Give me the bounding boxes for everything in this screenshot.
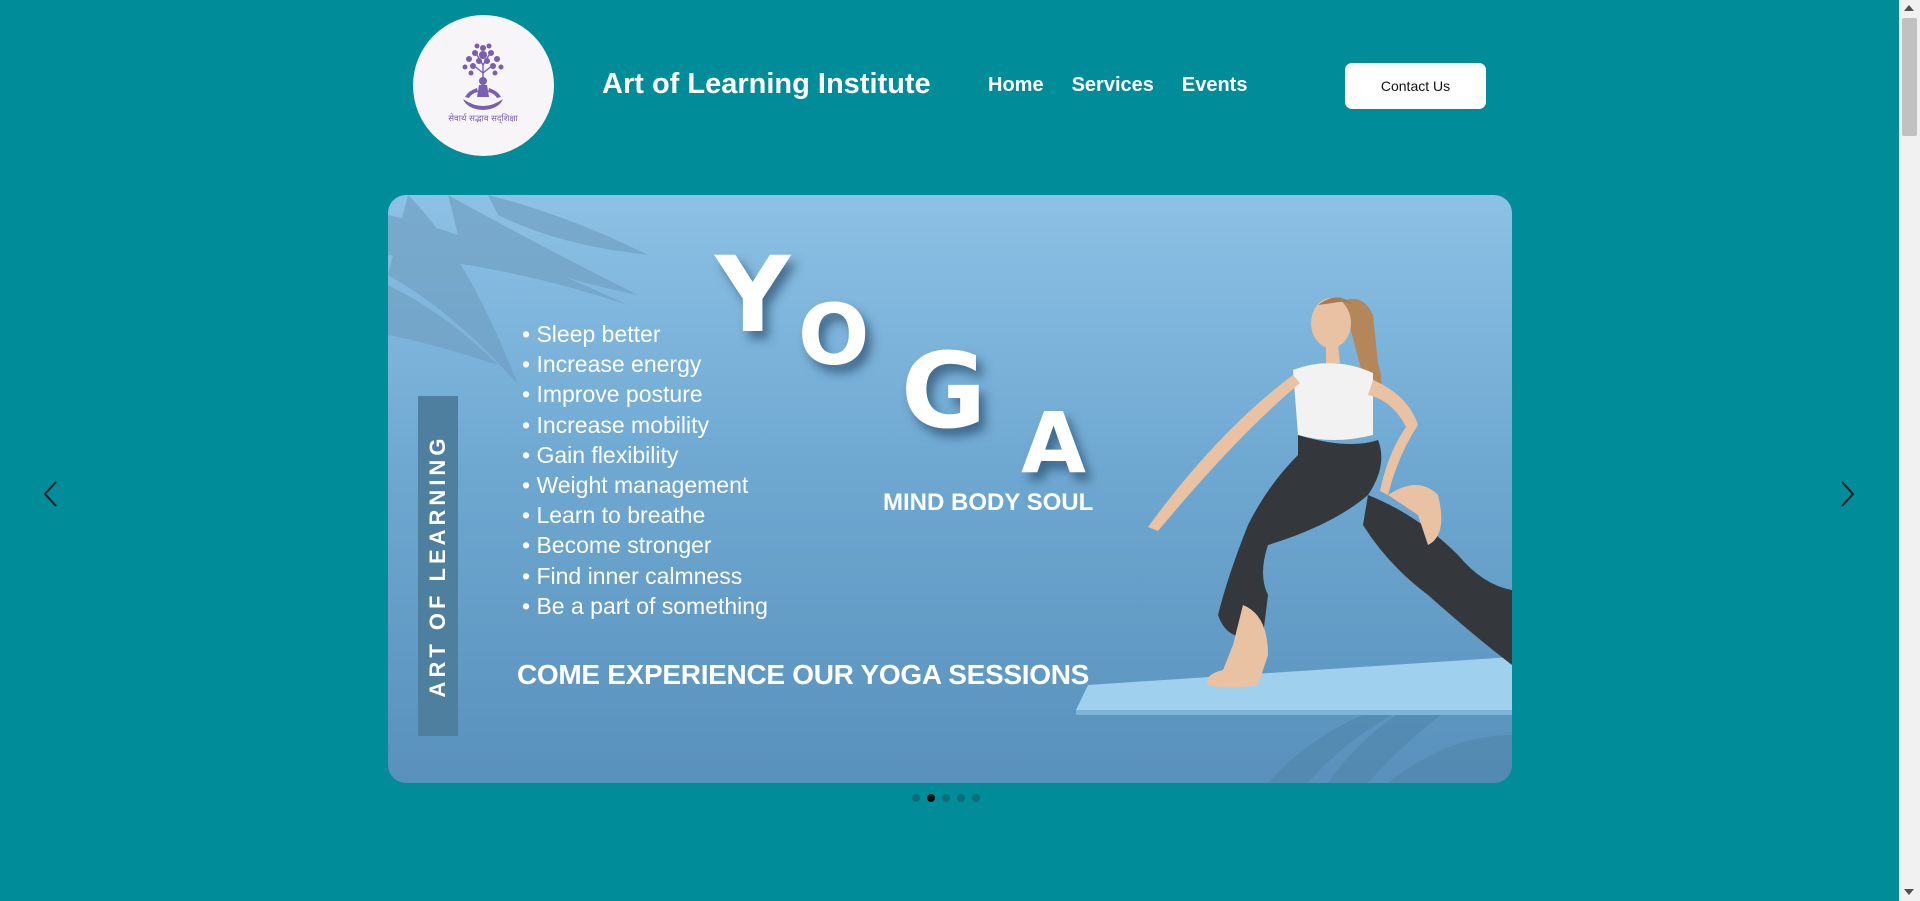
chevron-left-icon[interactable] [38,478,64,510]
scroll-up-icon[interactable] [1904,5,1914,11]
page: सेवार्थ सद्भाव सद्शिक्षा Art of Learning… [0,0,1899,901]
vertical-scrollbar[interactable] [1899,0,1920,901]
slide-cta-text: COME EXPERIENCE OUR YOGA SESSIONS [517,659,1090,690]
list-item: Find inner calmness [522,561,768,591]
main-nav: Home Services Events [988,74,1247,97]
nav-services[interactable]: Services [1072,74,1154,97]
yoga-woman-figure [1148,297,1512,688]
carousel-dot-active[interactable] [927,794,935,802]
list-item: Be a part of something [522,591,767,621]
site-logo[interactable]: सेवार्थ सद्भाव सद्शिक्षा [413,15,554,156]
carousel-indicators [912,794,980,802]
list-item: Learn to breathe [522,500,768,530]
scrollbar-thumb[interactable] [1902,18,1917,136]
contact-us-button[interactable]: Contact Us [1345,63,1486,109]
site-title[interactable]: Art of Learning Institute [602,68,931,101]
yoga-letter-a: A [1021,394,1087,492]
nav-home[interactable]: Home [988,74,1044,97]
list-item: Become stronger [522,530,768,560]
scroll-down-icon[interactable] [1904,889,1914,895]
logo-caption: सेवार्थ सद्भाव सद्शिक्षा [448,113,518,124]
nav-events[interactable]: Events [1182,74,1248,97]
yoga-letter-g: G [901,330,987,452]
slide-tagline: MIND BODY SOUL [883,489,1094,516]
list-item: Improve posture [522,379,768,409]
carousel-slide[interactable]: ART OF LEARNING Sleep better Increase en… [388,195,1512,783]
tree-meditation-icon: सेवार्थ सद्भाव सद्शिक्षा [448,43,519,124]
yoga-letter-y: Y [715,234,791,356]
vertical-banner-text: ART OF LEARNING [425,434,450,698]
list-item: Gain flexibility [522,440,768,470]
yoga-letter-o: O [798,286,870,384]
benefits-list: Sleep better Increase energy Improve pos… [522,319,768,621]
carousel-dot[interactable] [942,794,950,802]
carousel-dot[interactable] [912,794,920,802]
list-item: Weight management [522,470,768,500]
chevron-right-icon[interactable] [1834,478,1860,510]
carousel-dot[interactable] [972,794,980,802]
list-item: Increase mobility [522,410,768,440]
carousel-dot[interactable] [957,794,965,802]
